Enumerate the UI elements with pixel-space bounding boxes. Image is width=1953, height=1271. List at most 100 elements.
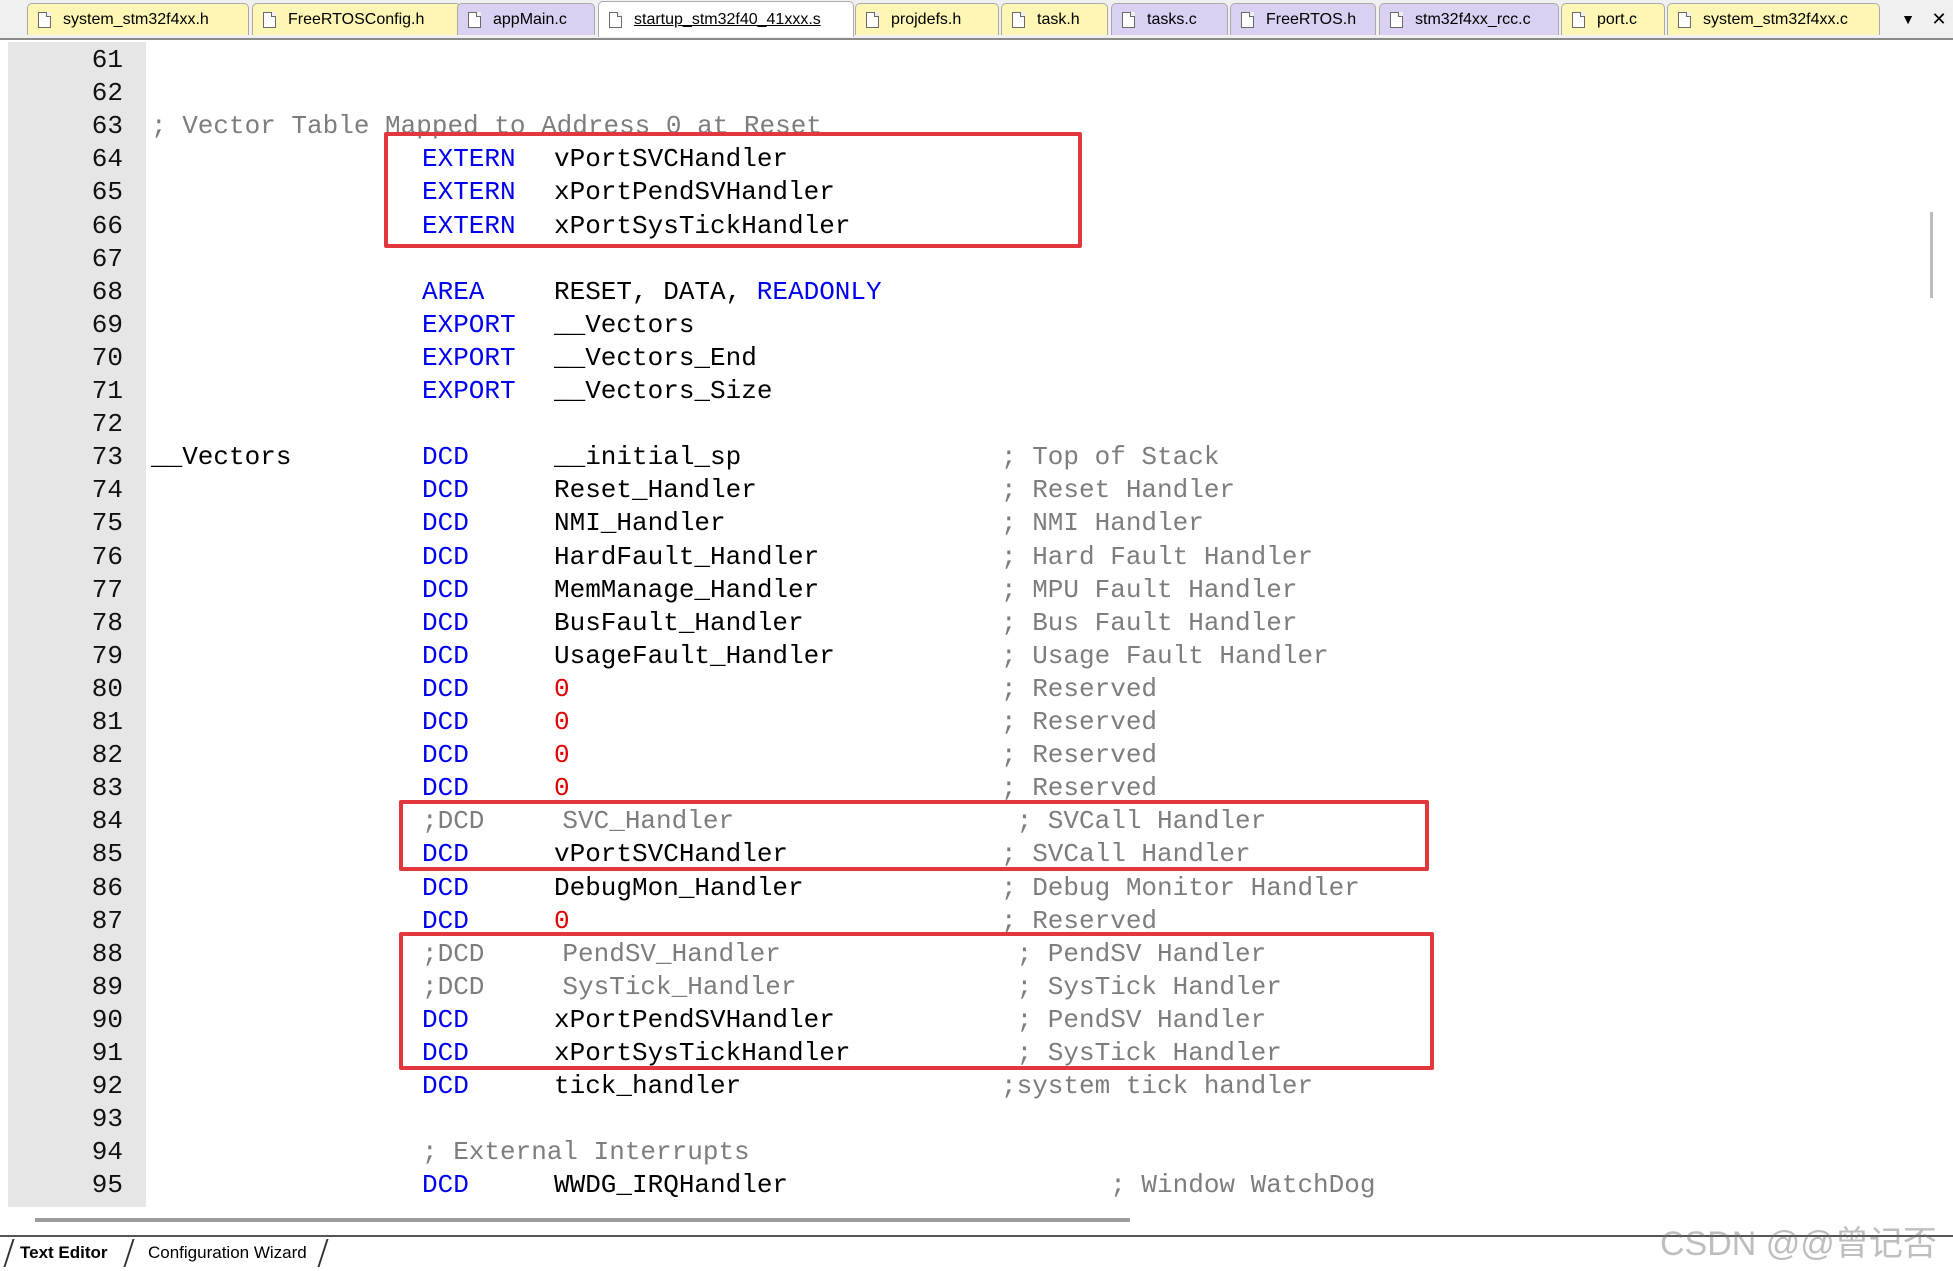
close-tab-icon[interactable]: ✕ bbox=[1928, 6, 1950, 32]
file-tab[interactable]: stm32f4xx_rcc.c bbox=[1379, 3, 1559, 35]
line-number: 85 bbox=[91, 839, 123, 870]
line-number: 88 bbox=[91, 938, 123, 969]
code-line[interactable]: 86 DCD DebugMon_Handler ; Debug Monitor Han… bbox=[8, 872, 1930, 905]
code-line[interactable]: 72 bbox=[8, 408, 1930, 441]
code-line[interactable]: 70 EXPORT __Vectors_End bbox=[8, 342, 1930, 375]
code-line[interactable]: 68 AREA RESET, DATA, READONLY bbox=[8, 276, 1930, 309]
code-operand: xPortPendSVHandler bbox=[554, 1004, 835, 1035]
file-icon bbox=[1390, 11, 1403, 28]
code-line[interactable]: 81 DCD 0 ; Reserved bbox=[8, 706, 1930, 739]
file-tab[interactable]: projdefs.h bbox=[855, 3, 999, 35]
code-comment: ; Reserved bbox=[1001, 905, 1158, 936]
code-line[interactable]: 79 DCD UsageFault_Handler ; Usage Fault Han… bbox=[8, 640, 1930, 673]
line-number: 87 bbox=[91, 905, 123, 936]
code-comment: ; Usage Fault Handler bbox=[1001, 640, 1329, 671]
file-tab-label: port.c bbox=[1597, 10, 1638, 28]
code-comment: ; MPU Fault Handler bbox=[1001, 574, 1298, 605]
code-line[interactable]: 73 __Vectors DCD __initial_sp ; Top of Stack bbox=[8, 441, 1930, 474]
code-line[interactable]: 63 ; Vector Table Mapped to Address 0 at … bbox=[8, 110, 1930, 143]
file-icon bbox=[609, 11, 622, 28]
code-number: 0 bbox=[554, 673, 570, 704]
code-line[interactable]: 94 ; External Interrupts bbox=[8, 1136, 1930, 1169]
code-line[interactable]: 66 EXTERN xPortSysTickHandler bbox=[8, 210, 1930, 243]
code-line[interactable]: 80 DCD 0 ; Reserved bbox=[8, 673, 1930, 706]
code-line[interactable]: 95 DCD WWDG_IRQHandler ; Window WatchDog bbox=[8, 1169, 1930, 1202]
code-editor[interactable]: 61 62 63 ; Vector Table Mapped to Address 0… bbox=[8, 42, 1930, 1207]
vertical-scrollbar-thumb[interactable] bbox=[1930, 212, 1933, 298]
code-directive: DCD bbox=[422, 839, 469, 870]
code-line[interactable]: 87 DCD 0 ; Reserved bbox=[8, 905, 1930, 938]
code-line[interactable]: 90 DCD xPortPendSVHandler ; PendSV Handler bbox=[8, 1004, 1930, 1037]
code-line[interactable]: 91 DCD xPortSysTickHandler ; SysTick Handl… bbox=[8, 1037, 1930, 1070]
code-line[interactable]: 78 DCD BusFault_Handler ; Bus Fault Handler bbox=[8, 607, 1930, 640]
code-operand: tick_handler bbox=[554, 1071, 742, 1102]
code-label: __Vectors bbox=[151, 442, 292, 473]
horizontal-scrollbar-thumb[interactable] bbox=[35, 1218, 1130, 1222]
code-comment: ;system tick handler bbox=[1001, 1071, 1314, 1102]
code-line[interactable]: 75 DCD NMI_Handler ; NMI Handler bbox=[8, 507, 1930, 540]
code-number: 0 bbox=[554, 773, 570, 804]
file-tab[interactable]: task.h bbox=[1001, 3, 1108, 35]
code-directive: DCD bbox=[422, 773, 469, 804]
code-line[interactable]: 84 ;DCD SVC_Handler ; SVCall Handler bbox=[8, 805, 1930, 838]
code-line[interactable]: 69 EXPORT __Vectors bbox=[8, 309, 1930, 342]
line-number: 79 bbox=[91, 640, 123, 671]
code-operand: RESET, DATA, bbox=[554, 276, 757, 307]
code-comment: ;DCD SVC_Handler bbox=[422, 806, 735, 837]
file-tab-label: system_stm32f4xx.c bbox=[1703, 10, 1848, 28]
code-directive: EXPORT bbox=[422, 309, 516, 340]
tab-separator bbox=[123, 1239, 135, 1267]
code-line[interactable]: 77 DCD MemManage_Handler ; MPU Fault Handle… bbox=[8, 574, 1930, 607]
line-number: 94 bbox=[91, 1137, 123, 1168]
code-line[interactable]: 74 DCD Reset_Handler ; Reset Handler bbox=[8, 474, 1930, 507]
line-number: 66 bbox=[91, 210, 123, 241]
file-tab-label: FreeRTOSConfig.h bbox=[288, 10, 425, 28]
code-operand: UsageFault_Handler bbox=[554, 640, 835, 671]
file-tab-strip: system_stm32f4xx.h FreeRTOSConfig.h appMai… bbox=[0, 0, 1953, 40]
file-tab-label: stm32f4xx_rcc.c bbox=[1415, 10, 1531, 28]
file-tab[interactable]: appMain.c bbox=[457, 3, 595, 35]
code-line[interactable]: 61 bbox=[8, 44, 1930, 77]
file-tab[interactable]: startup_stm32f40_41xxx.s bbox=[598, 1, 854, 37]
code-line[interactable]: 92 DCD tick_handler ;system tick handler bbox=[8, 1070, 1930, 1103]
code-comment: ; Hard Fault Handler bbox=[1001, 541, 1314, 572]
code-line[interactable]: 65 EXTERN xPortPendSVHandler bbox=[8, 176, 1930, 209]
code-line[interactable]: 89 ;DCD SysTick_Handler ; SysTick Handler bbox=[8, 971, 1930, 1004]
file-icon bbox=[866, 11, 879, 28]
code-directive: DCD bbox=[422, 442, 469, 473]
code-directive: DCD bbox=[422, 475, 469, 506]
code-line[interactable]: 88 ;DCD PendSV_Handler ; PendSV Handler bbox=[8, 938, 1930, 971]
code-line[interactable]: 76 DCD HardFault_Handler ; Hard Fault Handl… bbox=[8, 541, 1930, 574]
file-tab[interactable]: FreeRTOS.h bbox=[1230, 3, 1376, 35]
file-tab[interactable]: tasks.c bbox=[1111, 3, 1228, 35]
code-comment: ; Debug Monitor Handler bbox=[1001, 872, 1360, 903]
vertical-scrollbar[interactable] bbox=[1932, 42, 1944, 1207]
code-comment: ; Reserved bbox=[1001, 740, 1158, 771]
line-number: 83 bbox=[91, 773, 123, 804]
line-number: 69 bbox=[91, 309, 123, 340]
code-line[interactable]: 83 DCD 0 ; Reserved bbox=[8, 772, 1930, 805]
code-line[interactable]: 62 bbox=[8, 77, 1930, 110]
code-comment: ; Reserved bbox=[1001, 707, 1158, 737]
code-line[interactable]: 67 bbox=[8, 243, 1930, 276]
code-line[interactable]: 93 bbox=[8, 1103, 1930, 1136]
line-number: 70 bbox=[91, 342, 123, 373]
code-directive: DCD bbox=[422, 607, 469, 638]
line-number: 74 bbox=[91, 475, 123, 506]
code-comment: ;DCD SysTick_Handler bbox=[422, 971, 797, 1002]
code-directive: EXTERN bbox=[422, 177, 516, 208]
code-directive: EXPORT bbox=[422, 376, 516, 406]
file-tab[interactable]: system_stm32f4xx.c bbox=[1667, 3, 1880, 35]
code-line[interactable]: 85 DCD vPortSVCHandler ; SVCall Handler bbox=[8, 838, 1930, 871]
tab-list-dropdown-icon[interactable]: ▼ bbox=[1893, 6, 1923, 32]
code-line[interactable]: 64 EXTERN vPortSVCHandler bbox=[8, 143, 1930, 176]
tab-text-editor[interactable]: Text Editor bbox=[20, 1239, 108, 1267]
file-tab[interactable]: FreeRTOSConfig.h bbox=[252, 3, 461, 35]
code-operand: __Vectors bbox=[554, 309, 695, 340]
file-tab[interactable]: port.c bbox=[1561, 3, 1665, 35]
tab-configuration-wizard[interactable]: Configuration Wizard bbox=[148, 1239, 307, 1267]
file-tab[interactable]: system_stm32f4xx.h bbox=[27, 3, 249, 35]
code-operand: NMI_Handler bbox=[554, 508, 726, 539]
code-line[interactable]: 71 EXPORT __Vectors_Size bbox=[8, 375, 1930, 408]
code-line[interactable]: 82 DCD 0 ; Reserved bbox=[8, 739, 1930, 772]
